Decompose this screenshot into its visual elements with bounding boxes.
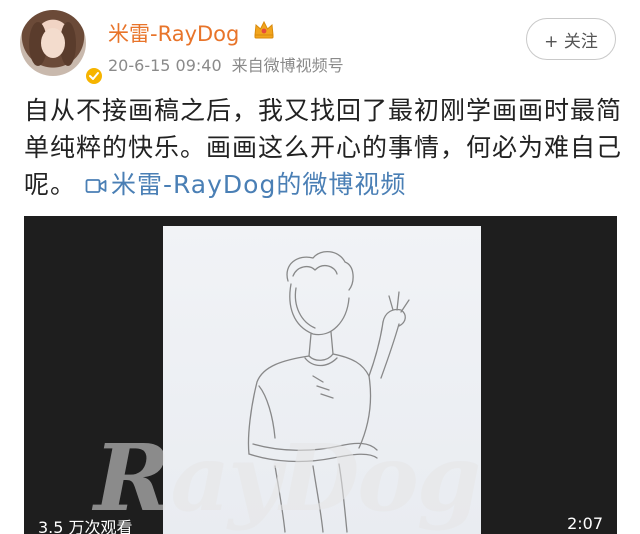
follow-button[interactable]: + 关注 [526, 18, 616, 60]
post-body: 自从不接画稿之后，我又找回了最初刚学画画时最简单纯粹的快乐。画画这么开心的事情，… [24, 92, 624, 205]
avatar[interactable] [20, 10, 104, 86]
video-link-label: 米雷-RayDog的微博视频 [110, 170, 407, 199]
post-header: 米雷-RayDog 20-6-15 09:40 来自微博视频号 + 关注 [0, 0, 640, 90]
view-count: 3.5 万次观看 [38, 518, 133, 534]
verified-badge-icon [84, 66, 104, 86]
video-player[interactable]: RayDog 3.5 万次观看 2:07 [24, 216, 617, 534]
post-meta: 20-6-15 09:40 来自微博视频号 [108, 52, 344, 76]
post-time: 20-6-15 09:40 [108, 56, 222, 75]
video-link[interactable]: 米雷-RayDog的微博视频 [85, 170, 406, 199]
author-name[interactable]: 米雷-RayDog [108, 18, 239, 48]
post-source[interactable]: 来自微博视频号 [232, 56, 344, 75]
video-duration: 2:07 [567, 514, 603, 533]
video-icon [85, 168, 107, 205]
avatar-face [41, 28, 65, 58]
crown-icon [253, 20, 275, 40]
watermark: RayDog [94, 424, 481, 532]
